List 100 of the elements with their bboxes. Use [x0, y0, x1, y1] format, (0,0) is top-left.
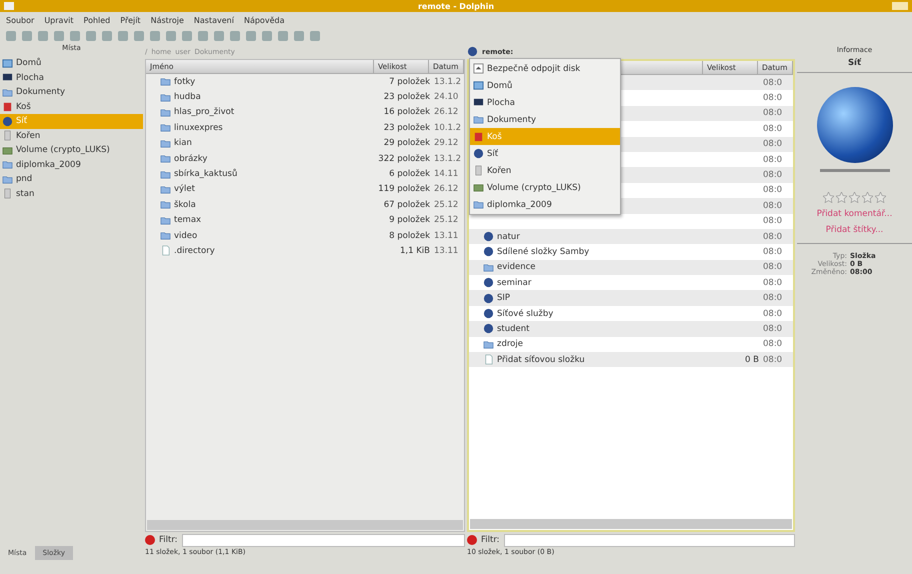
places-item[interactable]: Plocha — [0, 70, 143, 85]
globe-icon — [467, 46, 478, 57]
monitor-icon — [2, 72, 13, 84]
rating-stars[interactable] — [823, 192, 886, 203]
folder-icon — [160, 184, 171, 195]
folder-icon — [483, 262, 494, 273]
clear-icon[interactable] — [467, 535, 477, 545]
file-date: 08:0 — [763, 354, 784, 365]
file-row[interactable]: linuxexpres 23 položek 10.1.2 — [146, 120, 464, 136]
menu-item[interactable]: diplomka_2009 — [470, 196, 620, 213]
file-row[interactable]: 08:0 — [469, 214, 793, 229]
filter-field[interactable] — [504, 534, 795, 546]
file-name: Síťové služby — [497, 308, 554, 319]
file-name: evidence — [497, 262, 536, 272]
globe-icon — [2, 116, 13, 127]
globe-icon — [483, 277, 494, 288]
file-date: 08:0 — [763, 108, 784, 118]
file-row[interactable]: .directory 1,1 KiB 13.11 — [146, 243, 464, 259]
file-size: 23 položek — [382, 92, 431, 102]
file-row[interactable]: video 8 položek 13.11 — [146, 228, 464, 244]
file-row[interactable]: student 08:0 — [469, 321, 793, 337]
file-date: 08:0 — [763, 170, 784, 180]
file-date: 08:0 — [763, 339, 784, 350]
file-row[interactable]: škola 67 položek 25.12 — [146, 197, 464, 213]
places-item[interactable]: Domů — [0, 56, 143, 70]
filter-field[interactable] — [182, 534, 465, 546]
places-item[interactable]: Koš — [0, 100, 143, 114]
file-row[interactable]: výlet 119 položek 26.12 — [146, 182, 464, 198]
file-row[interactable]: zdroje 08:0 — [469, 336, 793, 352]
item-name: Síť — [797, 58, 912, 73]
star-icon[interactable] — [875, 192, 886, 203]
clear-icon[interactable] — [145, 535, 155, 545]
folder-icon — [483, 338, 494, 350]
star-icon[interactable] — [862, 192, 873, 203]
file-name: obrázky — [174, 154, 208, 164]
places-item[interactable]: Volume (crypto_LUKS) — [0, 143, 143, 158]
file-name: seminar — [497, 278, 532, 288]
file-size: 23 položek — [382, 122, 431, 133]
file-size: 29 položek — [382, 138, 431, 148]
file-date: 25.12 — [434, 215, 460, 226]
places-item[interactable]: Kořen — [0, 128, 143, 143]
file-row[interactable]: seminar 08:0 — [469, 275, 793, 290]
file-row[interactable]: Sdílené složky Samby 08:0 — [469, 244, 793, 260]
file-name: SIP — [497, 293, 510, 304]
file-date: 25.12 — [434, 200, 460, 210]
star-icon[interactable] — [823, 192, 834, 203]
file-name: student — [497, 324, 530, 334]
file-date: 08:0 — [763, 232, 784, 242]
file-row[interactable]: hlas_pro_život 16 položek 26.12 — [146, 104, 464, 120]
star-icon[interactable] — [836, 192, 847, 203]
file-row[interactable]: SIP 08:0 — [469, 290, 793, 306]
places-item[interactable]: diplomka_2009 — [0, 158, 143, 172]
file-size: 119 položek — [377, 184, 431, 194]
menu-item[interactable]: Upravit — [44, 16, 74, 24]
file-name: hlas_pro_život — [174, 107, 234, 118]
folder-icon — [2, 174, 13, 185]
file-date: 08:0 — [763, 262, 784, 272]
file-size: 7 položek — [388, 76, 431, 87]
folder-icon — [160, 138, 171, 149]
places-item[interactable]: Dokumenty — [0, 85, 143, 100]
file-row[interactable]: Síťové služby 08:0 — [469, 306, 793, 322]
menu-item[interactable]: Nastavení — [194, 16, 234, 24]
globe-icon — [483, 246, 494, 258]
folder-icon — [160, 230, 171, 242]
drive-icon — [2, 144, 13, 156]
file-date: 13.1.2 — [434, 76, 462, 87]
menu-item[interactable]: Nápověda — [244, 16, 284, 24]
globe-icon — [483, 323, 494, 334]
menu-item[interactable]: Nástroje — [150, 16, 184, 24]
file-row[interactable]: sbírka_kaktusů 6 položek 14.11 — [146, 166, 464, 182]
folder-icon — [160, 122, 171, 134]
file-size: 1,1 KiB — [399, 246, 431, 256]
file-date: 08:0 — [763, 324, 784, 334]
places-item[interactable]: stan — [0, 186, 143, 201]
file-date: 08:0 — [763, 139, 784, 150]
file-row[interactable]: temax 9 položek 25.12 — [146, 212, 464, 228]
file-row[interactable]: fotky 7 položek 13.1.2 — [146, 74, 464, 90]
app-icon — [4, 2, 14, 10]
menu-item[interactable]: Přejít — [120, 16, 141, 24]
drive-icon — [473, 165, 484, 176]
file-row[interactable]: kian 29 položek 29.12 — [146, 136, 464, 151]
file-row[interactable]: obrázky 322 položek 13.1.2 — [146, 150, 464, 166]
menu-item[interactable]: Pohled — [84, 16, 110, 24]
eject-icon — [473, 63, 484, 74]
file-row[interactable]: Přidat síťovou složku 0 B 08:0 — [469, 352, 793, 368]
file-name: natur — [497, 232, 520, 242]
scrollbar[interactable] — [470, 519, 792, 529]
star-icon[interactable] — [849, 192, 860, 203]
file-row[interactable]: evidence 08:0 — [469, 260, 793, 276]
file-row[interactable]: hudba 23 položek 24.10 — [146, 89, 464, 105]
scrollbar[interactable] — [147, 520, 463, 530]
file-row[interactable]: natur 08:0 — [469, 228, 793, 244]
file-size: 322 položek — [377, 154, 431, 164]
filter-label: Filtr: — [159, 535, 178, 545]
folder-icon — [2, 86, 13, 98]
menu-item[interactable]: Bezpečně odpojit disk — [470, 60, 620, 77]
menu-item[interactable]: Soubor — [6, 16, 34, 24]
places-item[interactable]: pnd — [0, 172, 143, 186]
file-icon — [483, 354, 494, 366]
folder-icon — [160, 214, 171, 226]
